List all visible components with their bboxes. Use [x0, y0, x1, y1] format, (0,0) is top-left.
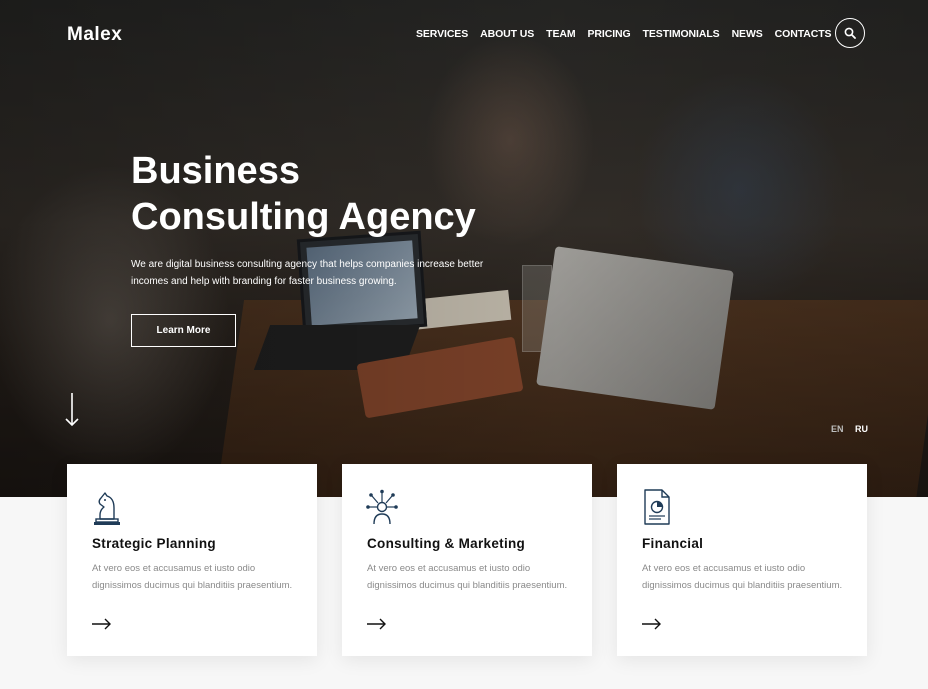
- financial-report-icon: [644, 489, 670, 525]
- nav-item-services[interactable]: SERVICES: [416, 28, 468, 40]
- hero-subtitle: We are digital business consulting agenc…: [131, 259, 484, 287]
- search-icon: [844, 27, 856, 39]
- nav-item-news[interactable]: NEWS: [732, 28, 763, 40]
- card-title: Financial: [642, 536, 704, 551]
- search-button[interactable]: [835, 18, 865, 48]
- service-card-financial[interactable]: Financial At vero eos et accusamus et iu…: [617, 464, 867, 656]
- hero-overlay: [0, 0, 928, 497]
- nav-item-about-us[interactable]: ABOUT US: [480, 28, 534, 40]
- scroll-down-arrow-icon[interactable]: [64, 392, 80, 428]
- service-card-strategic-planning[interactable]: Strategic Planning At vero eos et accusa…: [67, 464, 317, 656]
- nav-item-pricing[interactable]: PRICING: [588, 28, 631, 40]
- hero-title-line-1: Business: [131, 150, 300, 192]
- card-text: At vero eos et accusamus et iusto odio d…: [642, 563, 843, 591]
- hero-title-line-2: Consulting Agency: [131, 196, 476, 238]
- learn-more-button[interactable]: Learn More: [131, 314, 236, 347]
- service-card-consulting-marketing[interactable]: Consulting & Marketing At vero eos et ac…: [342, 464, 592, 656]
- consultant-network-icon: [366, 489, 398, 525]
- hero-section: Malex SERVICES ABOUT US TEAM PRICING TES…: [0, 0, 928, 497]
- arrow-right-icon[interactable]: [642, 618, 662, 630]
- nav-item-team[interactable]: TEAM: [546, 28, 575, 40]
- card-title: Consulting & Marketing: [367, 536, 526, 551]
- arrow-right-icon[interactable]: [92, 618, 112, 630]
- card-text: At vero eos et accusamus et iusto odio d…: [92, 563, 293, 591]
- nav-item-contacts[interactable]: CONTACTS: [775, 28, 832, 40]
- hero-title: Business Consulting Agency: [131, 148, 476, 240]
- card-title: Strategic Planning: [92, 536, 216, 551]
- main-nav: SERVICES ABOUT US TEAM PRICING TESTIMONI…: [416, 28, 843, 40]
- language-ru[interactable]: RU: [855, 424, 868, 434]
- nav-item-testimonials[interactable]: TESTIMONIALS: [643, 28, 720, 40]
- brand-logo[interactable]: Malex: [67, 24, 122, 46]
- card-text: At vero eos et accusamus et iusto odio d…: [367, 563, 568, 591]
- chess-knight-icon: [94, 492, 120, 525]
- arrow-right-icon[interactable]: [367, 618, 387, 630]
- language-en[interactable]: EN: [831, 424, 844, 434]
